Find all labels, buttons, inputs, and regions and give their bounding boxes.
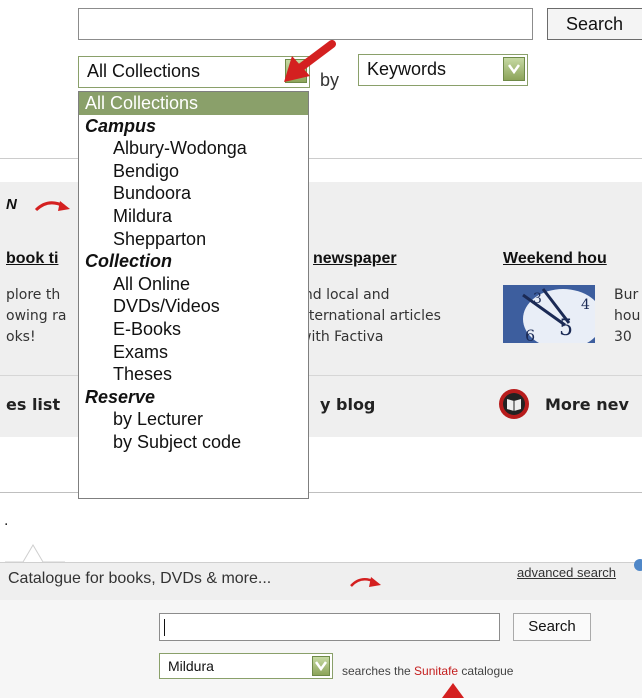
- more-news-link[interactable]: More nev: [545, 395, 629, 414]
- campus-select[interactable]: Mildura: [159, 653, 333, 679]
- blog-link[interactable]: y blog: [320, 395, 375, 414]
- field-select[interactable]: Keywords: [358, 54, 528, 86]
- advanced-search-link[interactable]: advanced search: [517, 565, 616, 580]
- section-heading: N: [6, 196, 17, 213]
- dropdown-group-collection: Collection: [85, 251, 173, 272]
- news-link-books[interactable]: book ti: [6, 250, 58, 268]
- news-text: ind local and nternational articles with…: [300, 287, 441, 345]
- red-arrow-icon: [284, 40, 336, 82]
- info-icon[interactable]: [634, 559, 642, 571]
- news-text: plore th owing ra oks!: [6, 287, 67, 345]
- dropdown-option[interactable]: Bendigo: [79, 160, 308, 183]
- dropdown-option[interactable]: Bundoora: [79, 182, 308, 205]
- clock-image: 3 4 5 6: [503, 285, 595, 343]
- curved-arrow-icon: [350, 577, 381, 587]
- campus-select-value: Mildura: [168, 658, 214, 674]
- catalogue-note-suffix: catalogue: [458, 664, 514, 678]
- catalogue-search-button[interactable]: Search: [513, 613, 591, 641]
- dropdown-group-reserve: Reserve: [85, 386, 156, 407]
- tab-notch: [5, 544, 65, 563]
- dropdown-option[interactable]: All Online: [79, 273, 308, 296]
- catalogue-note: searches the Sunitafe catalogue: [342, 664, 513, 678]
- collection-dropdown-list[interactable]: All Collections Campus Albury-Wodonga Be…: [78, 91, 309, 499]
- search-input[interactable]: [78, 8, 533, 40]
- dropdown-option[interactable]: Mildura: [79, 205, 308, 228]
- svg-text:4: 4: [581, 297, 590, 313]
- dropdown-arrow-icon[interactable]: [312, 656, 330, 676]
- field-select-value: Keywords: [367, 59, 447, 79]
- collection-select-value: All Collections: [87, 61, 201, 81]
- dropdown-option[interactable]: Shepparton: [79, 228, 308, 251]
- dropdown-option[interactable]: DVDs/Videos: [79, 295, 308, 318]
- collection-select[interactable]: All Collections: [78, 56, 310, 88]
- book-icon: [499, 389, 529, 419]
- dropdown-option[interactable]: Exams: [79, 341, 308, 364]
- dropdown-group-campus: Campus: [85, 115, 157, 136]
- news-link-newspaper[interactable]: newspaper: [313, 250, 397, 268]
- catalogue-note-prefix: searches the: [342, 664, 415, 678]
- catalogue-search-input[interactable]: [159, 613, 500, 641]
- dropdown-option-selected[interactable]: All Collections: [79, 92, 308, 115]
- dropdown-option[interactable]: by Lecturer: [79, 408, 308, 431]
- dropdown-option[interactable]: Theses: [79, 363, 308, 386]
- dropdown-option[interactable]: Albury-Wodonga: [79, 137, 308, 160]
- dropdown-option[interactable]: by Subject code: [79, 431, 308, 454]
- svg-text:6: 6: [525, 326, 535, 343]
- news-link-weekend-hours[interactable]: Weekend hou: [503, 250, 607, 268]
- separator-dot: .: [4, 512, 9, 529]
- catalogue-title: Catalogue for books, DVDs & more...: [8, 570, 272, 587]
- dropdown-arrow-icon[interactable]: [503, 57, 525, 81]
- news-text: Bur hou 30: [614, 287, 641, 345]
- curved-arrow-icon: [34, 201, 70, 212]
- dropdown-option[interactable]: E-Books: [79, 318, 308, 341]
- up-arrow-icon: [442, 683, 464, 698]
- list-link[interactable]: es list: [6, 395, 60, 414]
- search-button[interactable]: Search: [547, 8, 642, 40]
- catalogue-name: Sunitafe: [414, 664, 459, 678]
